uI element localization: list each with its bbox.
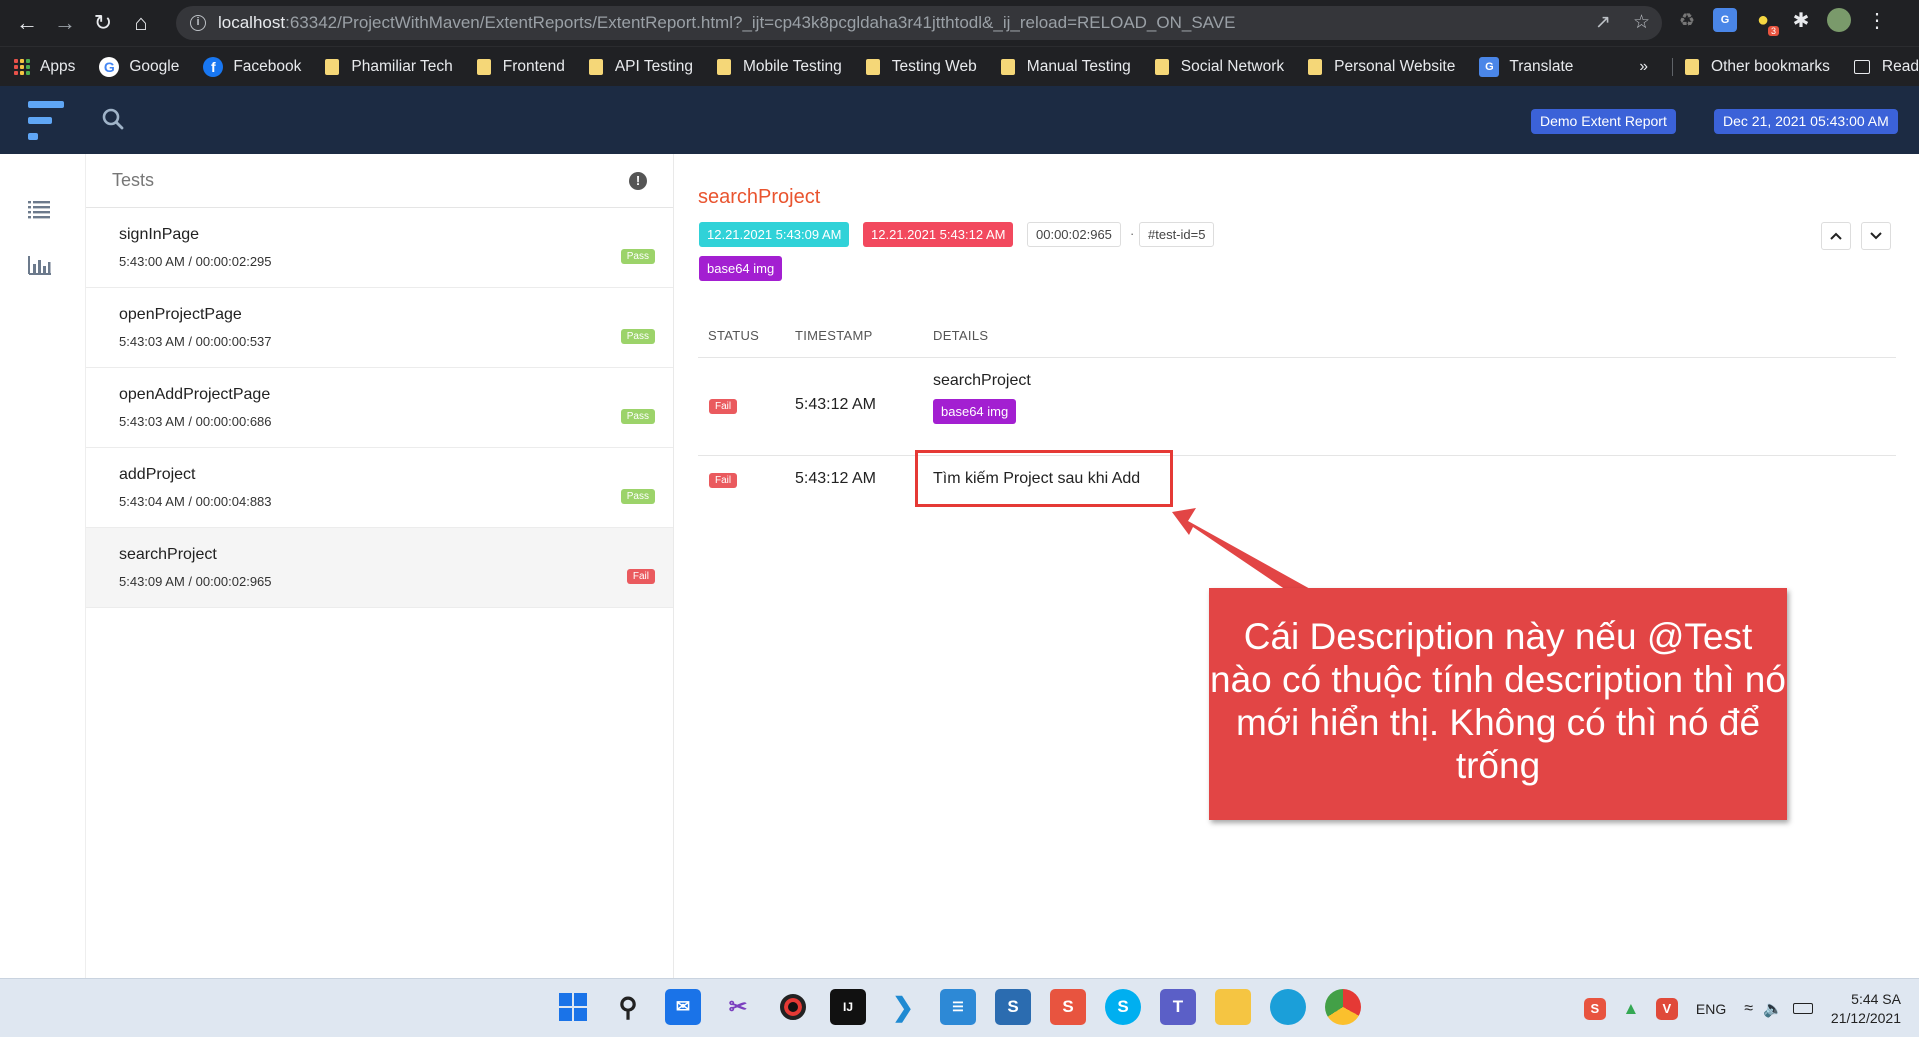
- app-s-blue-icon[interactable]: S: [995, 989, 1031, 1025]
- annotation-arrow-icon: [1172, 508, 1312, 598]
- wifi-icon[interactable]: ≈: [1744, 1000, 1753, 1018]
- windows-start-icon[interactable]: [555, 989, 591, 1025]
- intellij-icon[interactable]: IJ: [830, 989, 866, 1025]
- annotation-callout: Cái Description này nếu @Test nào có thu…: [1209, 588, 1787, 820]
- app-s-red-icon[interactable]: S: [1050, 989, 1086, 1025]
- clock-time: 5:44 SA: [1851, 990, 1901, 1007]
- file-explorer-icon[interactable]: [1215, 989, 1251, 1025]
- google-drive-icon[interactable]: ▲: [1620, 998, 1642, 1020]
- tray-v-icon[interactable]: V: [1655, 997, 1678, 1020]
- notepad-icon[interactable]: ☰: [940, 989, 976, 1025]
- battery-icon[interactable]: [1792, 1003, 1813, 1014]
- system-clock[interactable]: 5:44 SA 21/12/2021: [1831, 990, 1901, 1028]
- chrome-icon[interactable]: [1325, 989, 1361, 1025]
- record-icon[interactable]: [775, 989, 811, 1025]
- edge-icon[interactable]: [1270, 989, 1306, 1025]
- volume-icon[interactable]: 🔈: [1763, 999, 1783, 1019]
- mail-icon[interactable]: ✉: [665, 989, 701, 1025]
- teams-icon[interactable]: T: [1160, 989, 1196, 1025]
- snipping-tool-icon[interactable]: ✂: [720, 989, 756, 1025]
- language-indicator[interactable]: ENG: [1696, 1001, 1726, 1017]
- skype-icon[interactable]: S: [1105, 989, 1141, 1025]
- search-icon[interactable]: ⚲: [610, 989, 646, 1025]
- tray-app-s-icon[interactable]: S: [1583, 997, 1606, 1020]
- clock-date: 21/12/2021: [1830, 1009, 1901, 1026]
- vscode-icon[interactable]: ❯: [885, 989, 921, 1025]
- taskbar: ⚲ ✉ ✂ IJ ❯ ☰ S S S T S ▲ V ENG ≈ 🔈 5:44 …: [0, 978, 1919, 1037]
